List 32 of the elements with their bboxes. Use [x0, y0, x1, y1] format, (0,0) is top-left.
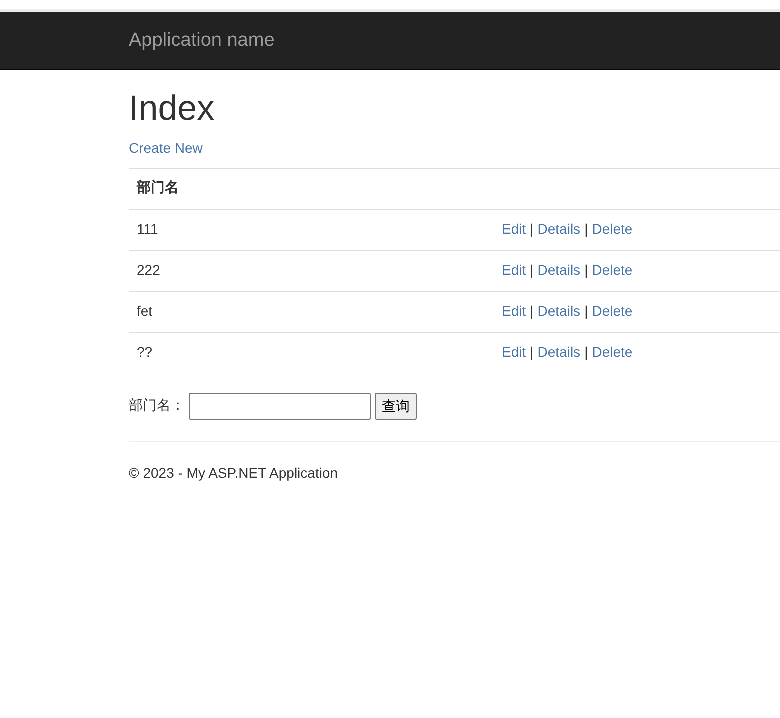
create-new-link[interactable]: Create New [129, 140, 203, 156]
link-separator: | [584, 261, 588, 280]
page-title: Index [129, 90, 216, 128]
link-separator: | [530, 220, 534, 240]
action-link[interactable]: Details [538, 261, 581, 282]
link-separator: | [584, 220, 588, 240]
action-link[interactable]: Edit [502, 220, 526, 240]
action-link[interactable]: Details [538, 302, 581, 322]
action-link[interactable]: Delete [592, 302, 633, 322]
action-link[interactable]: Edit [502, 261, 526, 282]
input-field[interactable] [189, 393, 371, 420]
search-label: 部门名： [129, 396, 185, 416]
action-link[interactable]: Delete [592, 261, 633, 282]
action-link[interactable]: Edit [502, 343, 526, 364]
link-separator: | [584, 343, 588, 362]
search-button[interactable]: 查询 [375, 393, 417, 420]
link-separator: | [530, 302, 534, 322]
action-link[interactable]: Edit [502, 302, 526, 322]
action-link[interactable]: Details [538, 343, 581, 364]
action-link[interactable]: Details [538, 220, 581, 240]
footer-text: © 2023 - My ASP.NET Application [129, 465, 338, 482]
action-link[interactable]: Delete [592, 343, 633, 364]
table-cell: 111 [137, 221, 158, 238]
app-brand-link[interactable]: Application name [129, 30, 275, 50]
link-separator: | [530, 261, 534, 280]
action-link[interactable]: Delete [592, 220, 633, 240]
link-separator: | [530, 343, 534, 362]
column-header: 部门名 [137, 180, 179, 196]
table-cell: fet [137, 303, 153, 320]
link-separator: | [584, 302, 588, 322]
table-cell: 222 [137, 262, 160, 278]
table-cell: ?? [137, 344, 153, 360]
